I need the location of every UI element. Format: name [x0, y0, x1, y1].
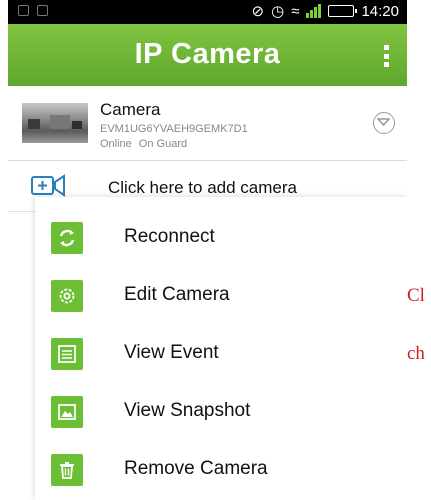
- app-title: IP Camera: [134, 38, 281, 70]
- list-icon: [51, 338, 83, 370]
- add-camera-label: Click here to add camera: [108, 178, 297, 197]
- status-time: 14:20: [361, 2, 399, 20]
- camera-name: Camera: [100, 100, 161, 119]
- menu-item-view-event[interactable]: View Event: [35, 325, 407, 383]
- menu-item-remove-camera[interactable]: Remove Camera: [35, 441, 407, 499]
- menu-item-label: Edit Camera: [124, 284, 230, 305]
- overflow-menu-icon[interactable]: [384, 45, 390, 67]
- trash-icon: [51, 454, 83, 486]
- notification-icon: [37, 5, 48, 16]
- phone-screen: ⊘ ◷ ≈ 14:20 IP Camera Camera EVM1UG6YVAE…: [8, 0, 407, 500]
- menu-item-label: View Event: [124, 342, 219, 363]
- app-bar: IP Camera: [8, 24, 407, 86]
- status-bar-notifications: [18, 5, 48, 16]
- camera-id: EVM1UG6YVAEH9GEMK7D1: [100, 123, 248, 135]
- notification-icon: [18, 5, 29, 16]
- annotation-text-line1: Cl: [407, 285, 425, 306]
- status-bar-system: ⊘ ◷ ≈ 14:20: [251, 2, 399, 21]
- gear-icon: [51, 280, 83, 312]
- status-guard: On Guard: [138, 138, 188, 150]
- add-camera-icon: [31, 174, 65, 197]
- alarm-icon: ◷: [271, 3, 285, 20]
- no-sound-icon: ⊘: [251, 3, 265, 20]
- image-icon: [51, 396, 83, 428]
- menu-item-reconnect[interactable]: Reconnect: [35, 209, 407, 267]
- menu-item-label: Reconnect: [124, 226, 215, 247]
- menu-item-view-snapshot[interactable]: View Snapshot: [35, 383, 407, 441]
- menu-item-label: Remove Camera: [124, 458, 268, 479]
- wifi-icon: ≈: [291, 2, 300, 20]
- annotation-text-line2: ch: [407, 343, 425, 364]
- menu-item-label: View Snapshot: [124, 400, 251, 421]
- signal-icon: [306, 4, 322, 18]
- camera-status: Online On Guard: [100, 138, 187, 150]
- menu-item-edit-camera[interactable]: Edit Camera: [35, 267, 407, 325]
- status-bar: ⊘ ◷ ≈ 14:20: [8, 0, 407, 24]
- status-online: Online: [100, 138, 132, 150]
- camera-thumbnail: [22, 103, 88, 143]
- reconnect-icon: [51, 222, 83, 254]
- camera-context-menu: Reconnect Edit Camera View Event View Sn…: [35, 197, 407, 500]
- battery-icon: [328, 5, 358, 17]
- camera-list-item[interactable]: Camera EVM1UG6YVAEH9GEMK7D1 Online On Gua…: [8, 88, 407, 161]
- chevron-circle-icon[interactable]: [373, 112, 395, 134]
